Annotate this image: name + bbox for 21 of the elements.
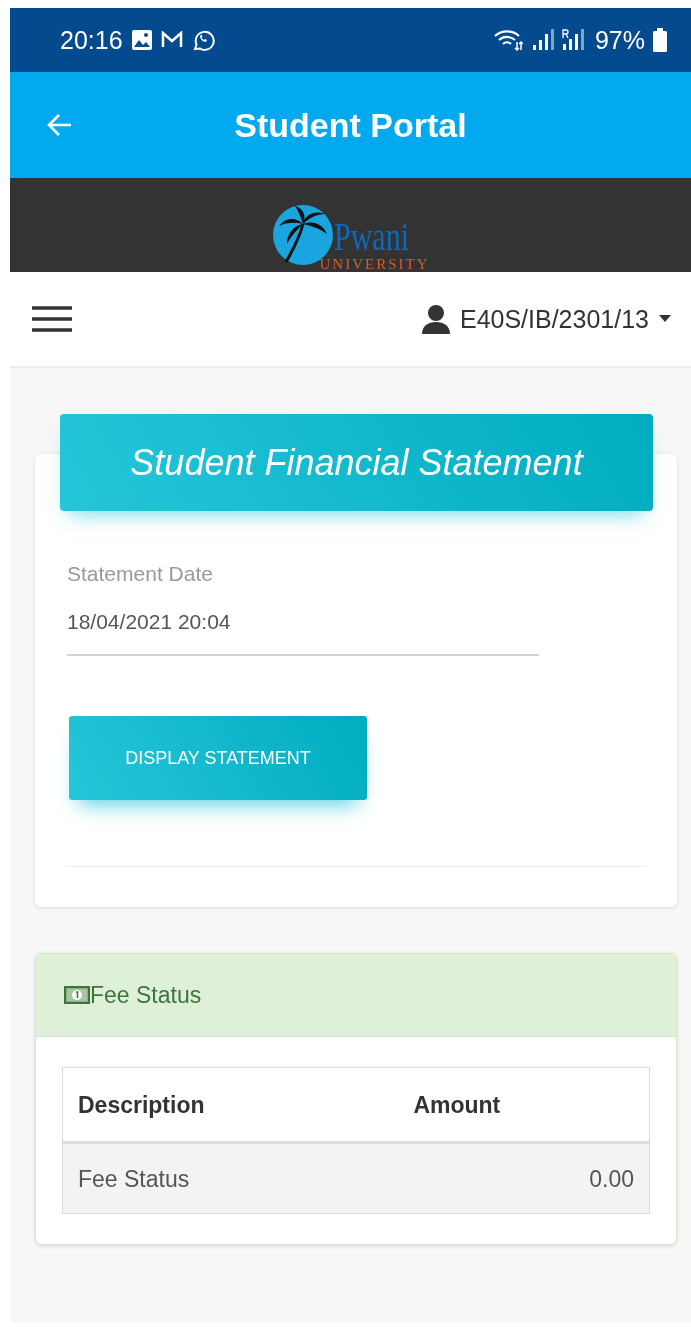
back-arrow-icon bbox=[47, 113, 73, 137]
wifi-icon bbox=[492, 28, 523, 52]
money-icon bbox=[64, 986, 90, 1004]
table-cell: 0.00 bbox=[398, 1142, 650, 1214]
caret-icon bbox=[659, 315, 671, 323]
mail-icon bbox=[160, 31, 183, 49]
card-title: Student Financial Statement bbox=[60, 414, 653, 511]
battery-percent: 97% bbox=[594, 25, 645, 55]
signal-icon bbox=[530, 28, 587, 52]
field-label: Statement Date bbox=[67, 562, 214, 586]
user-icon bbox=[421, 304, 450, 334]
date-field[interactable]: 18/04/2021 20:04 bbox=[67, 610, 539, 656]
status-time: 20:16 bbox=[60, 25, 123, 55]
menu-icon bbox=[32, 305, 72, 333]
gallery-icon bbox=[130, 29, 153, 51]
user-menu[interactable]: E40S/IB/2301/13 bbox=[421, 304, 671, 334]
app-title: Student Portal bbox=[234, 105, 467, 144]
battery-icon bbox=[653, 28, 667, 52]
university-logo: Pwani UNIVERSITY bbox=[271, 204, 430, 272]
panel-title: Fee Status bbox=[90, 981, 202, 1009]
table-cell: Fee Status bbox=[62, 1142, 399, 1214]
